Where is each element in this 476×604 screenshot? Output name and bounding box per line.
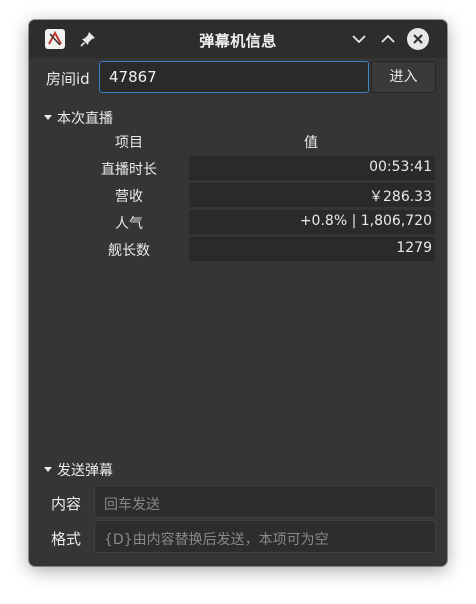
collapse-triangle-icon <box>44 466 52 472</box>
row-value: +0.8% | 1,806,720 <box>189 210 435 234</box>
close-icon[interactable] <box>407 28 429 50</box>
pin-icon[interactable] <box>79 30 97 48</box>
app-logo-icon <box>45 29 65 49</box>
table-row: 舰长数 1279 <box>29 237 447 261</box>
row-key: 营收 <box>115 189 143 205</box>
room-row: 房间id 47867 进入 <box>29 61 447 95</box>
table-row: 营收 ￥286.33 <box>29 183 447 207</box>
live-section-title: 本次直播 <box>57 111 113 127</box>
chevron-up-icon[interactable] <box>377 28 399 50</box>
window-title: 弹幕机信息 <box>199 32 277 50</box>
column-header-value: 值 <box>304 135 318 151</box>
format-input[interactable]: {D}由内容替换后发送，本项可为空 <box>94 520 436 553</box>
room-id-input[interactable]: 47867 <box>99 61 369 93</box>
row-key: 直播时长 <box>101 162 157 178</box>
send-section-title: 发送弹幕 <box>57 463 113 479</box>
send-section-toggle[interactable]: 发送弹幕 <box>44 460 113 480</box>
content-input[interactable]: 回车发送 <box>94 485 436 518</box>
room-id-label: 房间id <box>46 70 90 88</box>
collapse-triangle-icon <box>44 114 52 120</box>
row-value: ￥286.33 <box>189 183 435 207</box>
table-row: 人气 +0.8% | 1,806,720 <box>29 210 447 234</box>
content-label: 内容 <box>51 495 82 513</box>
column-header-item: 项目 <box>115 135 143 151</box>
danmaku-info-window: 弹幕机信息 房间id 47867 进入 本次直播 项目 值 直播时长 00:53… <box>29 20 447 566</box>
row-value: 1279 <box>189 237 435 261</box>
format-label: 格式 <box>51 530 82 548</box>
enter-button[interactable]: 进入 <box>371 61 436 93</box>
chevron-down-icon[interactable] <box>348 28 370 50</box>
table-row: 直播时长 00:53:41 <box>29 156 447 180</box>
title-bar[interactable]: 弹幕机信息 <box>29 20 447 58</box>
row-value: 00:53:41 <box>189 156 435 180</box>
live-section-toggle[interactable]: 本次直播 <box>44 108 113 128</box>
row-key: 舰长数 <box>108 243 150 259</box>
row-key: 人气 <box>115 216 143 232</box>
